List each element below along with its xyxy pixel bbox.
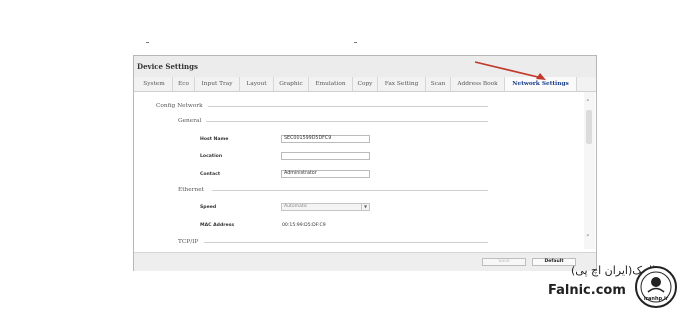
config-network-heading: Config Network (156, 103, 203, 109)
logo-text: iranhp.ir (644, 296, 669, 302)
stray-mark (146, 42, 149, 43)
divider (206, 121, 488, 122)
annotation-arrow-icon (474, 61, 546, 80)
default-button[interactable]: Default (532, 258, 576, 266)
window-title: Device Settings (137, 62, 198, 71)
brand-name-english: Falnic.com (548, 283, 626, 298)
tab-graphic[interactable]: Graphic (274, 77, 309, 91)
settings-panel: Config Network General Host Name SEC0015… (134, 92, 584, 249)
arrow-shaft (474, 61, 543, 79)
chevron-up-icon[interactable]: ˄ (586, 100, 590, 107)
tab-emulation[interactable]: Emulation (309, 77, 353, 91)
location-label: Location (200, 154, 223, 159)
mac-address-value: 00:15:99:D5:DF:C9 (282, 223, 326, 228)
host-name-label: Host Name (200, 137, 229, 142)
tcpip-heading: TCP/IP (178, 239, 199, 245)
divider (212, 190, 488, 191)
tab-system[interactable]: System (136, 77, 173, 91)
tab-copy[interactable]: Copy (353, 77, 378, 91)
contact-input[interactable]: Administrator (281, 170, 370, 178)
speed-select-value: Automatic (284, 204, 308, 209)
ethernet-heading: Ethernet (178, 187, 204, 193)
contact-label: Contact (200, 172, 221, 177)
triangle-down-icon[interactable]: ▼ (361, 204, 369, 210)
divider (204, 242, 488, 243)
speed-select[interactable]: Automatic ▼ (281, 203, 370, 211)
scrollbar-thumb[interactable] (586, 110, 592, 144)
tab-input-tray[interactable]: Input Tray (195, 77, 240, 91)
tab-fax-setting[interactable]: Fax Setting (378, 77, 426, 91)
mac-address-label: MAC Address (200, 223, 235, 228)
tab-layout[interactable]: Layout (240, 77, 274, 91)
save-button[interactable]: Save (482, 258, 526, 266)
falnic-logo-icon: iranhp.ir (635, 266, 677, 308)
footer-bar: Save Default (134, 252, 596, 271)
stray-mark (354, 42, 357, 43)
vertical-scrollbar[interactable]: ˄ ˅ (584, 92, 595, 249)
location-input[interactable] (281, 152, 370, 160)
host-name-input[interactable]: SEC001599D5DFC9 (281, 135, 370, 143)
divider (208, 106, 488, 107)
general-heading: General (178, 118, 202, 124)
tab-eco[interactable]: Eco (173, 77, 195, 91)
chevron-down-icon[interactable]: ˅ (586, 235, 590, 242)
speed-label: Speed (200, 205, 217, 210)
tab-scan[interactable]: Scan (426, 77, 451, 91)
